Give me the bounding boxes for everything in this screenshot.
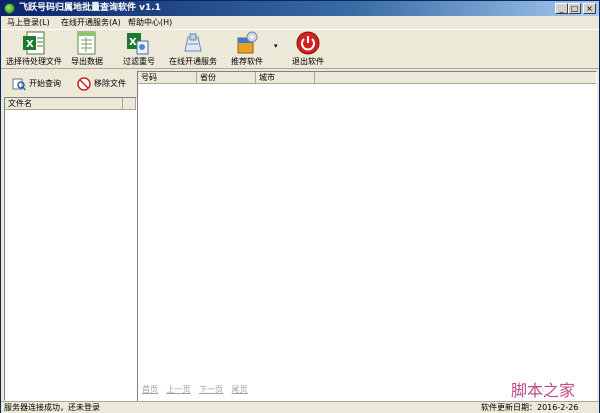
svg-text:X: X [129,37,137,48]
excel-file-icon: X [23,31,45,55]
pager-next[interactable]: 下一页 [199,385,223,394]
start-query-label: 开始查询 [29,79,61,88]
title-bar[interactable]: 飞跃号码归属地批量查询软件 v1.1 _ □ × [1,1,599,16]
filter-duplicates-icon: X [127,33,149,55]
software-box-icon [237,31,258,54]
results-grid[interactable]: 号码 省份 城市 首页 上一页 下一页 尾页 [137,71,597,402]
close-button[interactable]: × [583,3,596,14]
power-icon [296,31,320,55]
online-service-label: 在线开通服务 [169,57,217,66]
export-data-button[interactable]: 导出数据 [67,30,107,68]
menu-online-service[interactable]: 在线开通服务(A) [61,16,121,29]
online-service-icon [184,33,202,52]
column-header-filename[interactable]: 文件名 [5,98,123,110]
recommended-software-button[interactable]: 推荐软件 [227,30,267,68]
update-date: 软件更新日期：2016-2-26 [481,403,579,412]
remove-file-label: 移除文件 [94,79,126,88]
online-service-button[interactable]: 在线开通服务 [167,30,219,68]
select-file-button[interactable]: X 选择待处理文件 [4,30,64,68]
window-title: 飞跃号码归属地批量查询软件 v1.1 [19,3,161,13]
minimize-button[interactable]: _ [555,3,568,14]
exit-button[interactable]: 退出软件 [288,30,328,68]
menu-bar: 马上登录(L) 在线开通服务(A) 帮助中心(H) [1,16,599,29]
file-panel-toolbar: 开始查询 移除文件 [2,71,136,97]
file-panel: 开始查询 移除文件 文件名 [2,71,137,402]
maximize-button[interactable]: □ [568,3,581,14]
filter-duplicates-label: 过滤重号 [123,57,155,66]
export-data-label: 导出数据 [71,57,103,66]
select-file-label: 选择待处理文件 [6,57,62,66]
pager-last[interactable]: 尾页 [232,385,248,394]
column-header-province[interactable]: 省份 [197,72,256,84]
export-sheet-icon [77,31,96,55]
start-query-button[interactable]: 开始查询 [12,75,61,93]
filter-duplicates-button[interactable]: X 过滤重号 [119,30,159,68]
column-header-spacer [123,98,136,110]
remove-file-button[interactable]: 移除文件 [77,75,126,93]
menu-help[interactable]: 帮助中心(H) [128,16,172,29]
column-header-filler [315,72,596,84]
app-logo-icon [4,3,15,14]
svg-text:X: X [26,39,34,50]
remove-icon [77,76,91,91]
main-toolbar: X 选择待处理文件 导出数据 X 过滤重号 在线开通服务 推荐软件 ▾ 退出软件 [1,29,599,69]
app-window: 飞跃号码归属地批量查询软件 v1.1 _ □ × 马上登录(L) 在线开通服务(… [0,0,600,413]
column-header-city[interactable]: 城市 [256,72,315,84]
watermark: 脚本之家 [511,381,576,400]
exit-label: 退出软件 [292,57,324,66]
menu-login[interactable]: 马上登录(L) [7,16,50,29]
status-message: 服务器连接成功，还未登录 [4,403,100,412]
recommended-dropdown-icon[interactable]: ▾ [274,42,278,50]
pager: 首页 上一页 下一页 尾页 [142,384,254,396]
pager-prev[interactable]: 上一页 [167,385,191,394]
pager-first[interactable]: 首页 [142,385,158,394]
query-icon [12,78,26,90]
column-header-number[interactable]: 号码 [138,72,197,84]
recommended-software-label: 推荐软件 [231,57,263,66]
status-bar: 服务器连接成功，还未登录 软件更新日期：2016-2-26 [1,401,599,413]
file-list[interactable]: 文件名 [4,97,137,401]
